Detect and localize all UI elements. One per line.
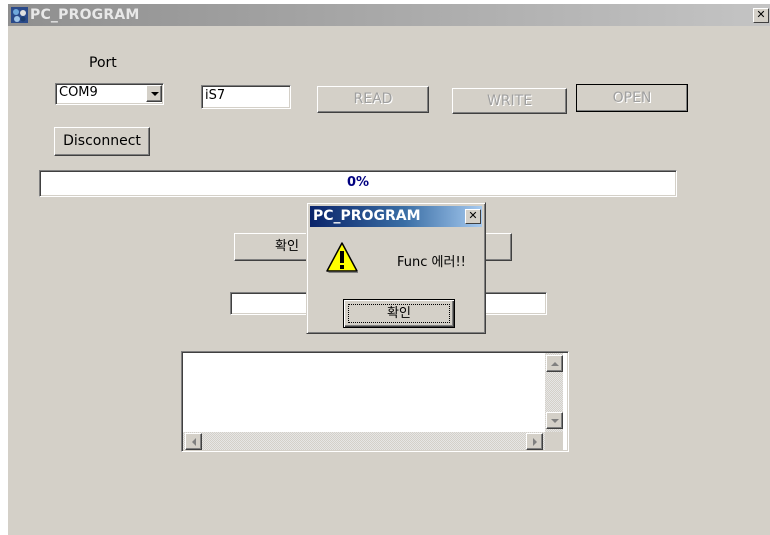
- dialog-message: Func 에러!!: [397, 255, 466, 270]
- arrow-up-icon: [551, 362, 559, 366]
- scroll-left-button[interactable]: [185, 433, 202, 450]
- log-textarea[interactable]: [181, 351, 569, 452]
- dialog-title-bar[interactable]: PC_PROGRAM ✕: [310, 206, 482, 227]
- arrow-left-icon: [192, 438, 196, 446]
- read-button[interactable]: READ: [317, 86, 429, 113]
- port-select-value: COM9: [59, 85, 98, 100]
- confirm-button-label: 확인: [275, 239, 299, 254]
- scroll-down-button[interactable]: [546, 412, 563, 429]
- device-input[interactable]: iS7: [201, 85, 291, 109]
- close-icon: ✕: [756, 8, 766, 21]
- progress-bar: 0%: [39, 170, 677, 197]
- window-title: PC_PROGRAM: [30, 7, 140, 23]
- app-icon: [11, 7, 28, 23]
- close-button[interactable]: ✕: [753, 8, 769, 23]
- dialog-ok-label: 확인: [348, 304, 450, 323]
- write-button[interactable]: WRITE: [452, 88, 567, 114]
- arrow-right-icon: [533, 438, 537, 446]
- horizontal-scrollbar[interactable]: [183, 432, 546, 450]
- scrollbar-corner: [545, 432, 563, 450]
- disconnect-button[interactable]: Disconnect: [54, 127, 150, 156]
- port-select[interactable]: COM9: [55, 83, 164, 105]
- scroll-up-button[interactable]: [546, 355, 563, 372]
- close-icon: ✕: [468, 209, 478, 222]
- dialog-close-button[interactable]: ✕: [465, 209, 481, 224]
- title-bar[interactable]: PC_PROGRAM: [8, 4, 770, 26]
- scroll-right-button[interactable]: [526, 433, 543, 450]
- error-dialog: PC_PROGRAM ✕ Func 에러!! 확인: [306, 202, 486, 334]
- main-window: PC_PROGRAM ✕ Port COM9 iS7 READ WRITE OP…: [8, 4, 770, 535]
- chevron-down-icon: [151, 92, 159, 96]
- dialog-title: PC_PROGRAM: [313, 208, 421, 224]
- dialog-ok-button[interactable]: 확인: [343, 299, 455, 328]
- arrow-down-icon: [551, 419, 559, 423]
- progress-percent: 0%: [346, 175, 370, 190]
- open-button[interactable]: OPEN: [576, 84, 688, 112]
- warning-icon: [325, 241, 359, 275]
- port-label: Port: [89, 55, 117, 71]
- port-dropdown-button[interactable]: [146, 85, 162, 102]
